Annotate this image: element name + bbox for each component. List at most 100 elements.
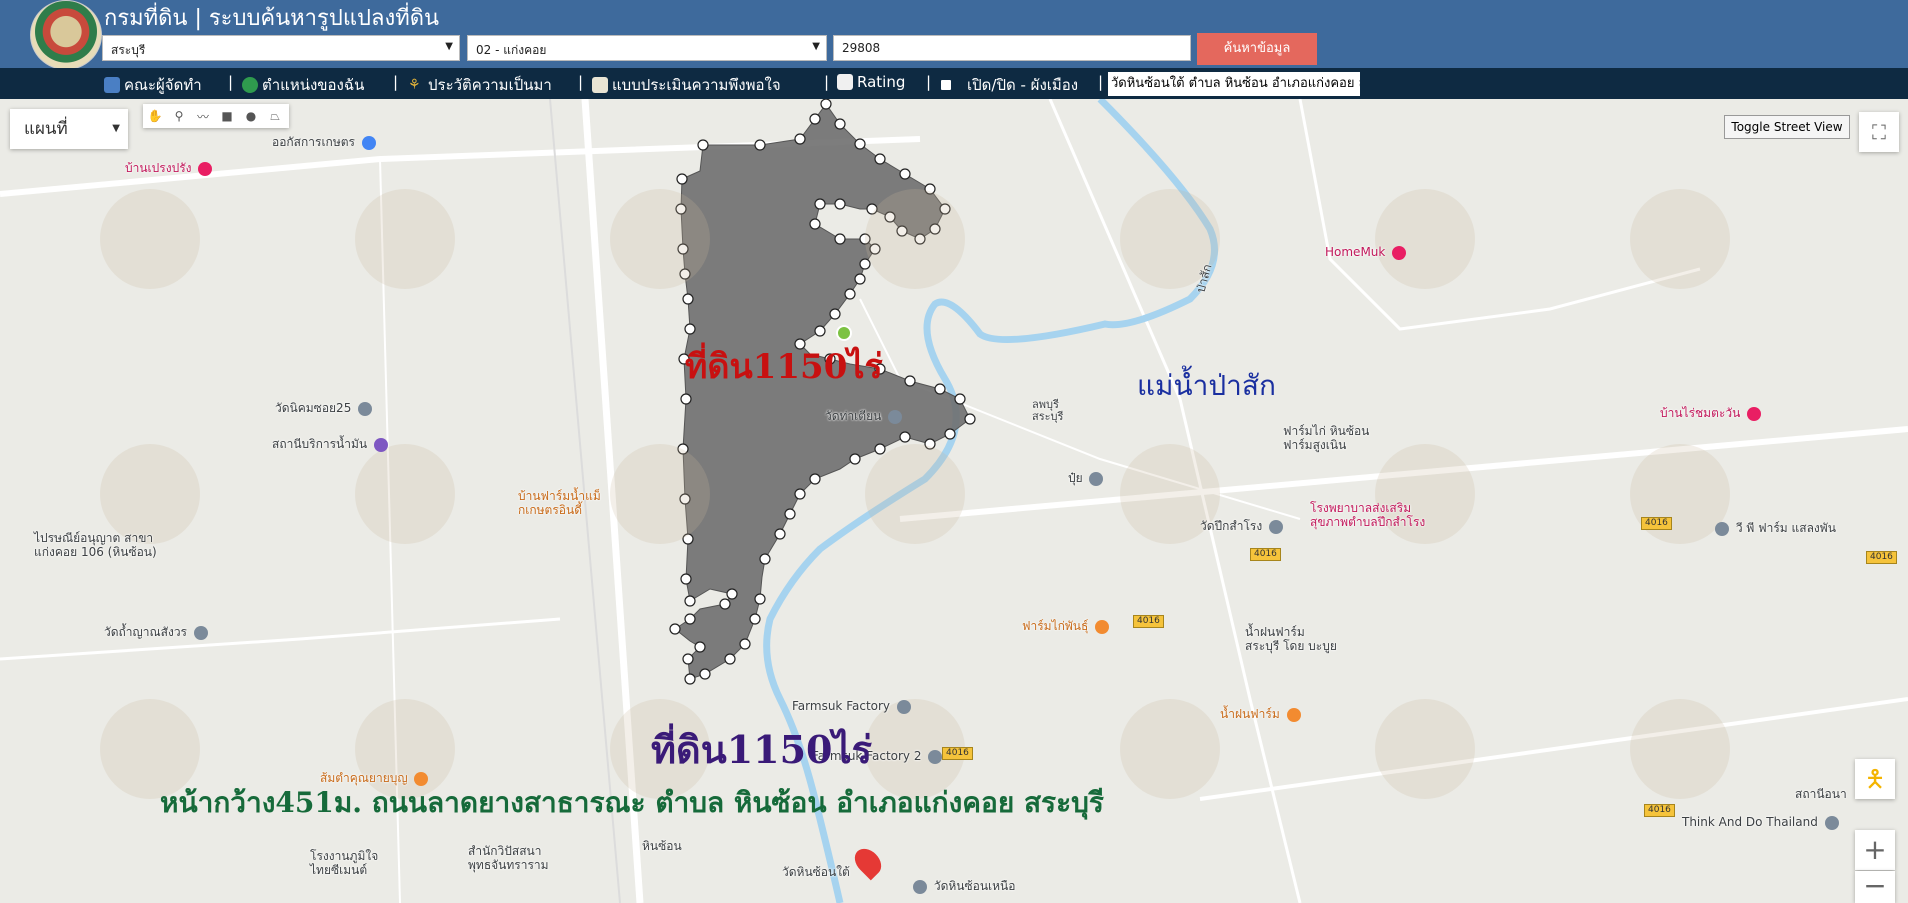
route-shield: 4016: [1644, 804, 1675, 817]
app-header: กรมที่ดิน | ระบบค้นหารูปแปลงที่ดิน สระบุ…: [0, 0, 1908, 70]
place-pin-icon: [1286, 707, 1301, 722]
parcel-number-input[interactable]: 29808: [833, 35, 1191, 61]
place-label[interactable]: โรงงานภูมิใจ ไทยซีเมนต์: [310, 849, 400, 877]
place-pin-icon: [1089, 471, 1104, 486]
place-name: น้ำฝนฟาร์ม: [1220, 707, 1280, 721]
place-name: วัดถ้ำญาณสังวร: [104, 625, 187, 639]
place-label[interactable]: HomeMuk: [1325, 245, 1409, 260]
nav-separator: |: [578, 73, 584, 91]
fullscreen-icon[interactable]: ⛶: [1859, 112, 1899, 152]
globe-icon: [242, 77, 258, 93]
place-label[interactable]: วัดนิคมซอย25: [275, 399, 375, 418]
place-label[interactable]: ไปรษณีย์อนุญาต สาขา แก่งคอย 106 (หินซ้อน): [34, 531, 184, 559]
place-pin-icon: [1747, 406, 1762, 421]
map-canvas[interactable]: ออกัสการเกษตร บ้านเปรงปรัง วัดนิคมซอย25 …: [0, 99, 1908, 903]
place-name: ลพบุรี สระบุรี: [1032, 398, 1064, 423]
nav-bar: คณะผู้จัดทำ | ตำแหน่งของฉัน | ⚘ ประวัติค…: [0, 68, 1908, 99]
place-pin-icon: [888, 409, 903, 424]
nav-item-history[interactable]: ⚘ ประวัติความเป็นมา: [408, 73, 552, 97]
map-type-label: แผนที่: [24, 119, 68, 139]
place-name: วัดท่าเตียน: [825, 409, 882, 423]
plant-icon: ⚘: [408, 77, 421, 93]
place-pin-icon: [1824, 815, 1839, 830]
place-label[interactable]: วี พี ฟาร์ม แสลงพัน: [1712, 519, 1836, 538]
district-select[interactable]: 02 - แก่งคอย ▼: [467, 35, 827, 61]
place-name: บ้านไร่ชมตะวัน: [1660, 406, 1741, 420]
nav-separator: |: [228, 73, 234, 91]
nav-item-rating[interactable]: Rating: [837, 73, 905, 91]
province-select[interactable]: สระบุรี ▼: [102, 35, 460, 61]
place-label[interactable]: วัดหินซ้อนใต้: [782, 863, 850, 882]
zoom-in-button[interactable]: +: [1855, 830, 1895, 870]
nav-item-label: ตำแหน่งของฉัน: [262, 76, 365, 94]
nav-separator: |: [824, 73, 830, 91]
search-button[interactable]: ค้นหาข้อมูล: [1197, 33, 1317, 65]
place-name: Farmsuk Factory: [792, 699, 891, 713]
place-name: บ้านฟาร์มน้ำแม็ กเกษตรอินดี้: [518, 489, 601, 517]
pegman-icon[interactable]: 🯅: [1855, 759, 1895, 799]
checkbox-icon[interactable]: [941, 80, 951, 90]
place-pin-icon: [928, 749, 943, 764]
nav-item-label: คณะผู้จัดทำ: [124, 76, 202, 94]
polyline-icon[interactable]: 〰: [191, 104, 215, 128]
place-label[interactable]: สถานีบริการน้ำมัน: [272, 435, 391, 454]
place-label[interactable]: ฟาร์มไก่พันธุ์: [1022, 617, 1112, 636]
nav-item-label: แบบประเมินความพึงพอใจ: [612, 76, 781, 94]
place-label[interactable]: บ้านฟาร์มน้ำแม็ กเกษตรอินดี้: [518, 489, 608, 517]
place-label[interactable]: ปุ๋ย: [1068, 469, 1106, 488]
rectangle-icon[interactable]: ■: [215, 104, 239, 128]
toggle-street-view-button[interactable]: Toggle Street View: [1724, 115, 1850, 139]
chevron-down-icon: ▼: [812, 41, 820, 52]
place-pin-icon: [913, 879, 927, 894]
hand-icon[interactable]: ✋: [143, 104, 167, 128]
place-name: ฟาร์มไก่ หินซ้อน ฟาร์มสูงเนิน: [1283, 424, 1370, 452]
place-label[interactable]: Think And Do Thailand: [1682, 815, 1842, 830]
place-name: บ้านเปรงปรัง: [125, 161, 192, 175]
place-name: โรงพยาบาลส่งเสริม สุขภาพตำบลปึกสำโรง: [1310, 501, 1426, 529]
nav-item-team[interactable]: คณะผู้จัดทำ: [104, 73, 202, 97]
place-label[interactable]: บ้านเปรงปรัง: [125, 159, 215, 178]
polygon-icon[interactable]: ⏢: [263, 104, 287, 128]
district-select-value: 02 - แก่งคอย: [476, 43, 547, 57]
place-name: น้ำฝนฟาร์ม สระบุรี โดย บะบูย: [1245, 625, 1337, 653]
place-pin-icon: [1715, 521, 1729, 536]
nav-separator: |: [926, 73, 932, 91]
nav-item-survey[interactable]: แบบประเมินความพึงพอใจ: [592, 73, 781, 97]
nav-item-city-plan-toggle[interactable]: เปิด/ปิด - ผังเมือง: [941, 73, 1078, 97]
place-label[interactable]: สำนักวิปัสสนา พุทธจันทราราม: [468, 844, 588, 872]
nav-item-label: Rating: [857, 73, 906, 91]
place-label[interactable]: วัดปึกสำโรง: [1200, 517, 1286, 536]
map-type-select[interactable]: แผนที่ ▼: [10, 109, 128, 149]
nav-item-label: เปิด/ปิด - ผังเมือง: [967, 76, 1079, 94]
place-label[interactable]: ออกัสการเกษตร: [272, 133, 379, 152]
form-icon: [592, 77, 608, 93]
province-border-label: ลพบุรี สระบุรี: [1032, 399, 1092, 423]
place-label[interactable]: วัดท่าเตียน: [825, 407, 905, 426]
land-area-label-secondary: ที่ดิน1150ไร่: [651, 727, 872, 772]
place-label[interactable]: สถานีอนา: [1795, 785, 1847, 804]
place-name: วัดนิคมซอย25: [275, 401, 352, 415]
route-shield: 4016: [1250, 548, 1281, 561]
place-pin-icon: [373, 437, 388, 452]
place-label[interactable]: วัดหินซ้อนเหนือ: [910, 877, 1015, 896]
route-shield: 4016: [942, 747, 973, 760]
place-label[interactable]: โรงพยาบาลส่งเสริม สุขภาพตำบลปึกสำโรง: [1310, 501, 1470, 529]
chevron-down-icon: ▼: [445, 41, 453, 52]
place-label[interactable]: น้ำฝนฟาร์ม สระบุรี โดย บะบูย: [1245, 625, 1385, 653]
zoom-out-button[interactable]: −: [1855, 871, 1895, 903]
place-label[interactable]: วัดถ้ำญาณสังวร: [104, 623, 211, 642]
route-shield: 4016: [1641, 517, 1672, 530]
place-label[interactable]: บ้านไร่ชมตะวัน: [1660, 404, 1764, 423]
route-shield: 4016: [1133, 615, 1164, 628]
place-label[interactable]: Farmsuk Factory: [792, 699, 914, 714]
place-pin-icon: [1392, 245, 1407, 260]
place-label[interactable]: น้ำฝนฟาร์ม: [1220, 705, 1304, 724]
page-title: กรมที่ดิน | ระบบค้นหารูปแปลงที่ดิน: [104, 6, 440, 31]
marker-icon[interactable]: ⚲: [167, 104, 191, 128]
place-name: HomeMuk: [1325, 245, 1386, 259]
place-pin-icon: [1269, 519, 1284, 534]
nav-item-my-location[interactable]: ตำแหน่งของฉัน: [242, 73, 364, 97]
circle-icon[interactable]: ●: [239, 104, 263, 128]
place-label[interactable]: ฟาร์มไก่ หินซ้อน ฟาร์มสูงเนิน: [1283, 424, 1413, 452]
place-label[interactable]: หินซ้อน: [642, 837, 682, 856]
